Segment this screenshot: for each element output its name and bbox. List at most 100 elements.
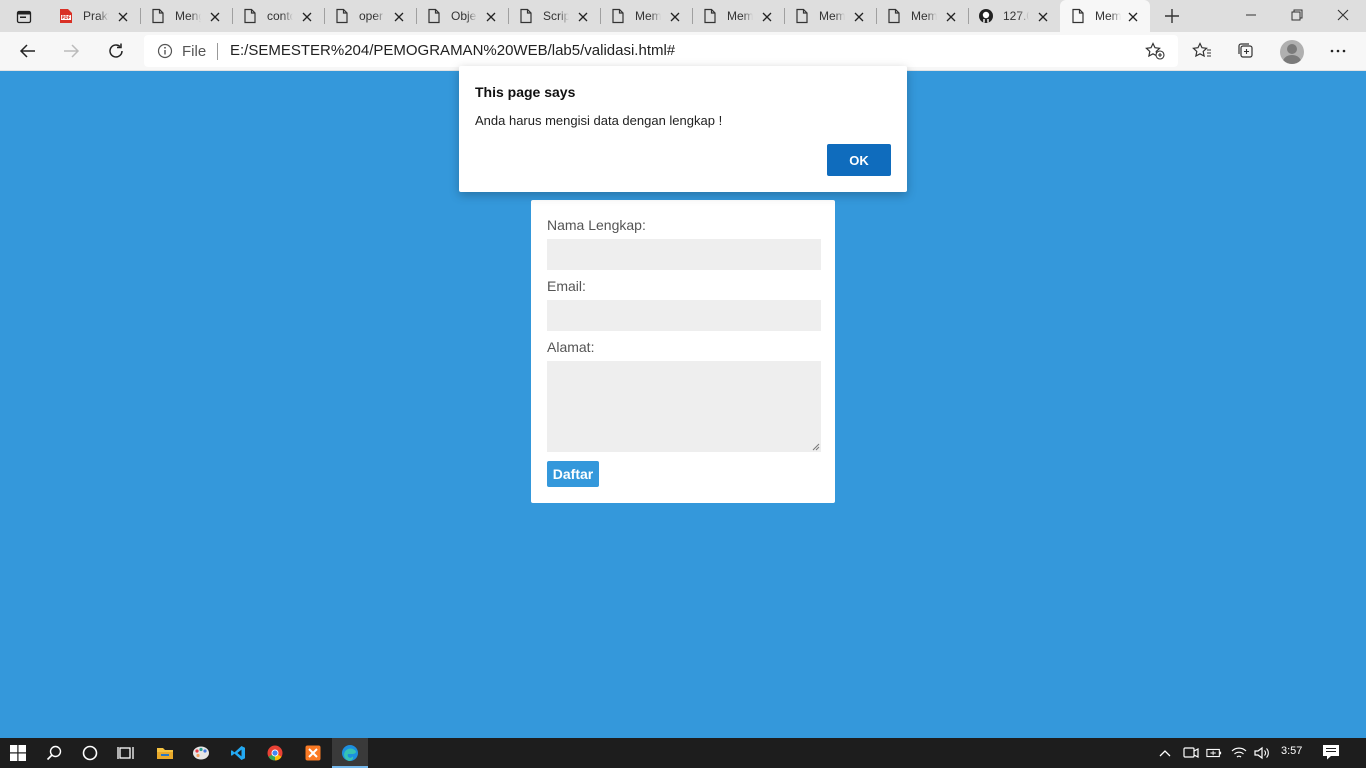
tab-close-icon[interactable] [116,9,130,23]
tab-close-icon[interactable] [576,9,590,23]
search-button[interactable] [36,738,72,768]
tab-0[interactable]: PDF Prakt [48,0,141,32]
tab-close-icon[interactable] [944,9,958,23]
tab-10[interactable]: 127.0 [968,0,1061,32]
tab-close-icon[interactable] [760,9,774,23]
new-tab-button[interactable] [1162,6,1184,26]
tab-close-icon[interactable] [1126,9,1140,23]
tab-1[interactable]: Meng [140,0,233,32]
cortana-button[interactable] [72,738,108,768]
collections-icon [1238,43,1253,58]
network-button[interactable] [1231,745,1247,761]
tab-2[interactable]: conto [232,0,325,32]
dialog-message: Anda harus mengisi data dengan lengkap ! [475,113,723,128]
clock[interactable]: 3:57 [1281,745,1302,757]
tab-close-icon[interactable] [1036,9,1050,23]
page-icon [702,8,718,24]
tab-title: oper [359,9,384,23]
tab-close-icon[interactable] [484,9,498,23]
meet-now-button[interactable] [1183,745,1199,761]
tab-3[interactable]: oper [324,0,417,32]
arrow-right-icon [64,44,80,58]
battery-button[interactable] [1206,745,1222,761]
tab-title: Mem [819,9,845,23]
tab-title: Prakt [83,9,109,23]
refresh-button[interactable] [102,38,130,64]
tab-close-icon[interactable] [852,9,866,23]
chevron-up-icon [1159,750,1171,757]
paint-icon [193,746,209,760]
nama-input[interactable] [547,239,821,270]
tab-close-icon[interactable] [668,9,682,23]
windows-start-icon [10,745,26,761]
paint-button[interactable] [183,738,219,768]
settings-menu-button[interactable] [1324,38,1352,64]
cortana-icon [82,745,98,761]
email-input[interactable] [547,300,821,331]
tab-7[interactable]: Mem [692,0,785,32]
vscode-icon [231,746,245,760]
close-window-button[interactable] [1320,0,1366,30]
action-center-button[interactable] [1322,744,1342,762]
url-text[interactable]: E:/SEMESTER%204/PEMOGRAMAN%20WEB/lab5/va… [230,42,675,59]
alamat-textarea[interactable] [547,361,821,452]
nama-label: Nama Lengkap: [547,217,646,233]
close-icon [1337,9,1349,21]
camera-icon [1183,747,1199,758]
task-view-icon [117,747,134,759]
tab-6[interactable]: Mem [600,0,693,32]
ok-button[interactable]: OK [827,144,891,176]
registration-form: Nama Lengkap: Email: Alamat: Daftar [531,200,835,503]
search-icon [46,745,62,761]
back-button[interactable] [14,38,42,64]
tab-5[interactable]: Scrip [508,0,601,32]
file-explorer-icon [157,748,173,759]
minimize-button[interactable] [1228,0,1274,30]
tab-strip: PDF Prakt Meng conto oper Obje Scrip Mem Mem Mem M… [0,0,1366,32]
favorites-icon [1192,42,1211,58]
notification-icon [1323,745,1339,760]
xampp-icon [305,745,321,761]
tab-title: Mem [911,9,937,23]
address-bar[interactable]: File E:/SEMESTER%204/PEMOGRAMAN%20WEB/la… [144,35,1178,67]
daftar-button[interactable]: Daftar [547,461,599,487]
favorites-button[interactable] [1188,38,1216,64]
pdf-icon: PDF [58,8,74,24]
profile-avatar[interactable] [1280,40,1304,64]
task-view-button[interactable] [108,738,144,768]
chrome-icon [267,745,283,761]
tab-4[interactable]: Obje [416,0,509,32]
chrome-button[interactable] [257,738,293,768]
forward-button[interactable] [57,38,85,64]
tab-9[interactable]: Mem [876,0,969,32]
tab-11[interactable]: Mem [1060,0,1150,32]
add-favorite-icon[interactable] [1145,42,1165,60]
scheme-label: File [182,43,207,60]
start-button[interactable] [0,738,36,768]
volume-button[interactable] [1254,745,1270,761]
page-icon [794,8,810,24]
minimize-icon [1246,14,1256,16]
page-icon [610,8,626,24]
xampp-button[interactable] [295,738,331,768]
github-icon [978,8,994,24]
tab-actions-button[interactable] [8,6,40,28]
collections-button[interactable] [1232,38,1260,64]
edge-button[interactable] [332,738,368,768]
tab-title: Scrip [543,9,569,23]
refresh-icon [109,43,123,58]
tab-title: conto [267,9,293,23]
tab-close-icon[interactable] [392,9,406,23]
restore-button[interactable] [1274,0,1320,30]
vscode-button[interactable] [220,738,256,768]
tab-close-icon[interactable] [208,9,222,23]
file-explorer-button[interactable] [147,738,183,768]
tab-close-icon[interactable] [300,9,314,23]
resize-grip-icon[interactable] [812,443,820,451]
info-icon[interactable] [157,43,173,59]
restore-icon [1291,9,1303,21]
page-icon [426,8,442,24]
alamat-label: Alamat: [547,339,595,355]
show-hidden-icons-button[interactable] [1157,745,1173,761]
tab-8[interactable]: Mem [784,0,877,32]
